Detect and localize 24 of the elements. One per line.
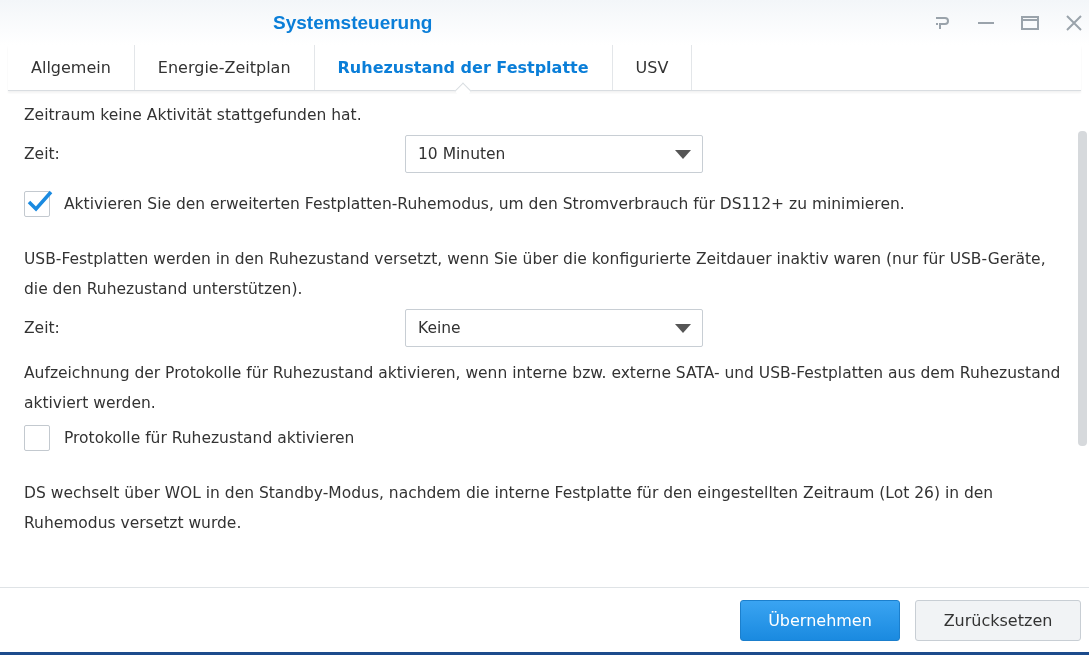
description-text: Zeitraum keine Aktivität stattgefunden hat. bbox=[24, 105, 363, 126]
field-label: Zeit: bbox=[24, 319, 61, 337]
tab[interactable]: Ruhezustand der Festplatte bbox=[313, 45, 612, 90]
caret-icon bbox=[675, 149, 691, 159]
dropdown[interactable]: 10 Minuten bbox=[405, 135, 703, 173]
checkbox-label: Aktivieren Sie den erweiterten Festplatten-Ruhemodus, um den Stromverbrauch für DS112+ zu minimieren. bbox=[64, 195, 905, 213]
checkbox-label: Protokolle für Ruhezustand aktivieren bbox=[64, 429, 355, 447]
tab[interactable]: Energie-Zeitplan bbox=[133, 45, 314, 90]
description-text: DS wechselt über WOL in den Standby-Modus, nachdem die interne Festplatte für den eingestellten Zeitraum (Lot 26) in den Ruhemodus versetzt wurde. bbox=[24, 483, 995, 534]
caret-icon bbox=[675, 323, 691, 333]
field-label: Zeit: bbox=[24, 145, 61, 163]
maximize-icon[interactable] bbox=[1021, 14, 1039, 31]
checkbox[interactable] bbox=[24, 425, 50, 451]
window-title: Systemsteuerung bbox=[273, 11, 433, 34]
help-icon[interactable] bbox=[933, 14, 951, 31]
checkbox[interactable] bbox=[24, 191, 50, 217]
reset-button[interactable]: Zurücksetzen bbox=[915, 599, 1081, 641]
description-text: Aufzeichnung der Protokolle für Ruhezustand aktivieren, wenn interne bzw. externe SATA- und USB-Festplatten aus dem Ruhezustand aktiviert werden. bbox=[24, 363, 1062, 414]
scrollbar-thumb[interactable] bbox=[1078, 131, 1087, 446]
dropdown[interactable]: Keine bbox=[405, 309, 703, 347]
close-icon[interactable] bbox=[1065, 13, 1083, 32]
tab[interactable]: USV bbox=[611, 45, 693, 90]
description-text: USB-Festplatten werden in den Ruhezustand versetzt, wenn Sie über die konfigurierte Zeitdauer inaktiv waren (nur für USB-Geräte, die den Ruhezustand unterstützen). bbox=[24, 249, 1047, 300]
tab[interactable]: Allgemein bbox=[8, 45, 134, 90]
